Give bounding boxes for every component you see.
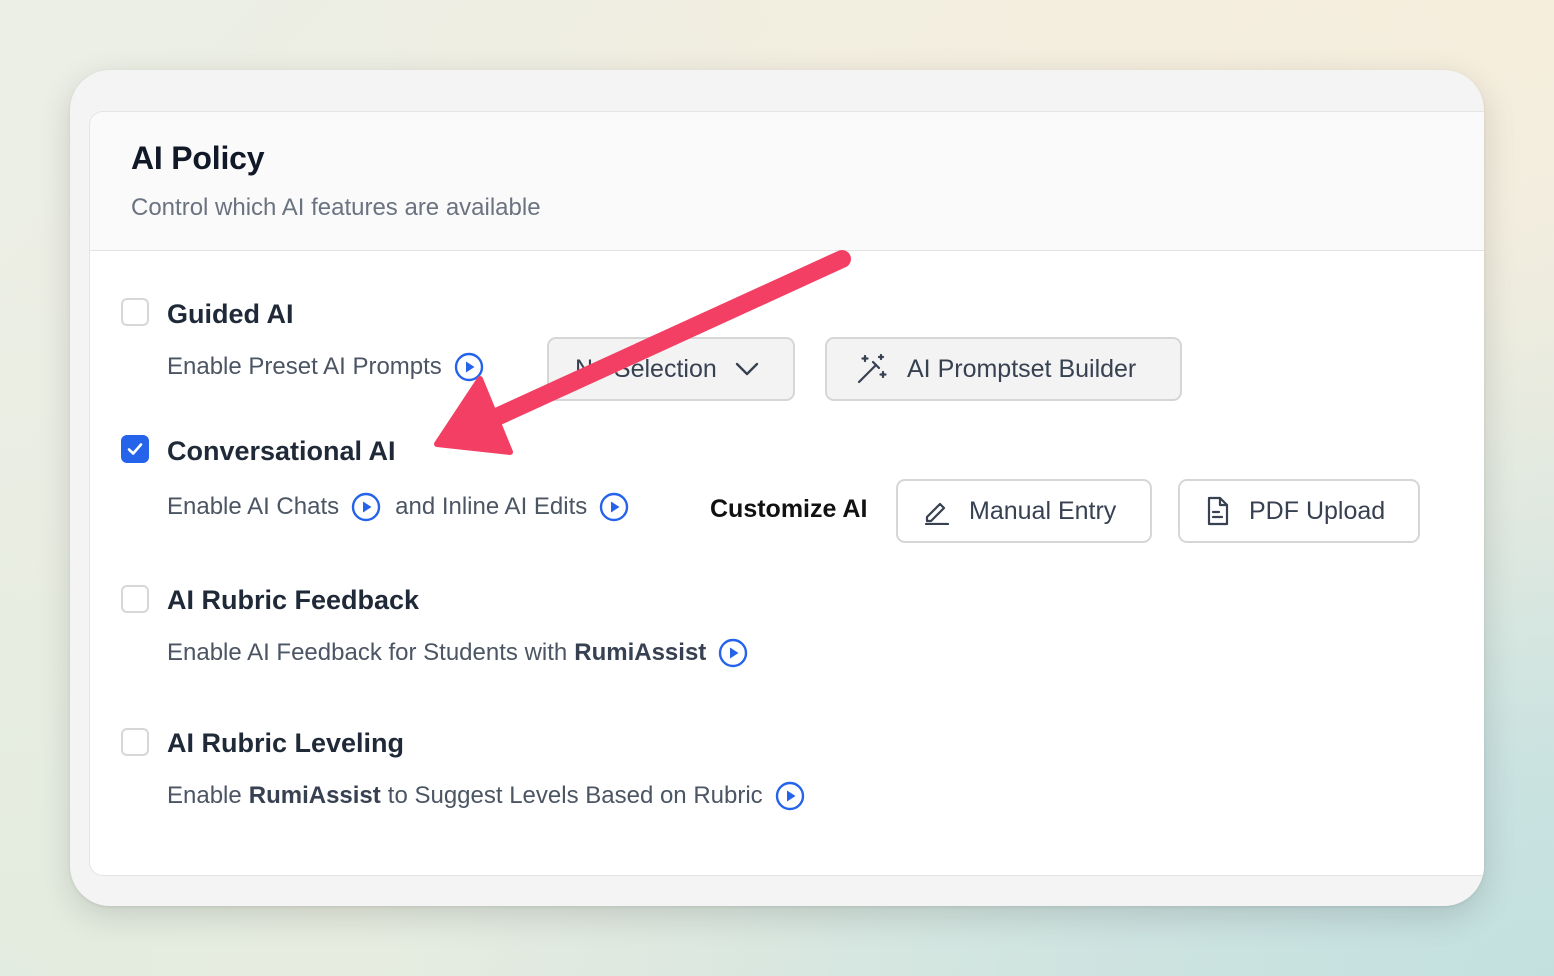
rubric-leveling-checkbox[interactable] [121, 728, 149, 756]
rubric-feedback-title: AI Rubric Feedback [167, 585, 420, 615]
rubric-feedback-desc-text: Enable AI Feedback for Students with [167, 639, 568, 666]
conversational-ai-desc-chats: Enable AI Chats [167, 493, 340, 520]
rubric-leveling-description: Enable RumiAssist to Suggest Levels Base… [167, 781, 805, 811]
rumiassist-brand: RumiAssist [248, 782, 381, 809]
rubric-feedback-checkbox[interactable] [121, 585, 149, 613]
ai-policy-card: AI Policy Control which AI features are … [89, 111, 1484, 876]
page-subtitle: Control which AI features are available [131, 194, 541, 221]
ai-promptset-builder-button[interactable]: AI Promptset Builder [825, 337, 1182, 401]
magic-wand-icon [855, 352, 889, 386]
guided-ai-select[interactable]: No Selection [547, 337, 795, 401]
conversational-ai-description: Enable AI Chats and Inline AI Edits [167, 492, 629, 522]
rubric-feedback-description: Enable AI Feedback for Students with Rum… [167, 638, 748, 668]
card-header: AI Policy Control which AI features are … [90, 112, 1484, 251]
conversational-ai-checkbox[interactable] [121, 435, 149, 463]
guided-ai-title: Guided AI [167, 299, 294, 329]
screenshot-frame: AI Policy Control which AI features are … [70, 70, 1484, 906]
play-circle-icon[interactable] [351, 492, 381, 522]
pdf-upload-label: PDF Upload [1249, 496, 1386, 525]
guided-ai-select-value: No Selection [575, 354, 717, 383]
rubric-leveling-desc-suffix: to Suggest Levels Based on Rubric [387, 782, 763, 809]
customize-ai-label: Customize AI [710, 495, 868, 523]
play-circle-icon[interactable] [454, 352, 484, 382]
play-circle-icon[interactable] [599, 492, 629, 522]
play-circle-icon[interactable] [775, 781, 805, 811]
rubric-leveling-desc-prefix: Enable [167, 782, 242, 809]
ai-promptset-builder-label: AI Promptset Builder [907, 354, 1137, 383]
conversational-ai-title: Conversational AI [167, 436, 396, 466]
check-icon [127, 443, 143, 455]
page-title: AI Policy [131, 140, 265, 176]
manual-entry-button[interactable]: Manual Entry [896, 479, 1152, 543]
pdf-upload-button[interactable]: PDF Upload [1178, 479, 1420, 543]
conversational-ai-desc-edits: and Inline AI Edits [395, 493, 588, 520]
guided-ai-checkbox[interactable] [121, 298, 149, 326]
chevron-down-icon [735, 361, 759, 377]
document-icon [1205, 496, 1231, 526]
guided-ai-desc-text: Enable Preset AI Prompts [167, 353, 442, 380]
rumiassist-brand: RumiAssist [574, 639, 707, 666]
rubric-leveling-title: AI Rubric Leveling [167, 728, 405, 758]
pencil-icon [923, 497, 951, 525]
guided-ai-description: Enable Preset AI Prompts [167, 352, 484, 382]
manual-entry-label: Manual Entry [969, 496, 1117, 525]
play-circle-icon[interactable] [718, 638, 748, 668]
